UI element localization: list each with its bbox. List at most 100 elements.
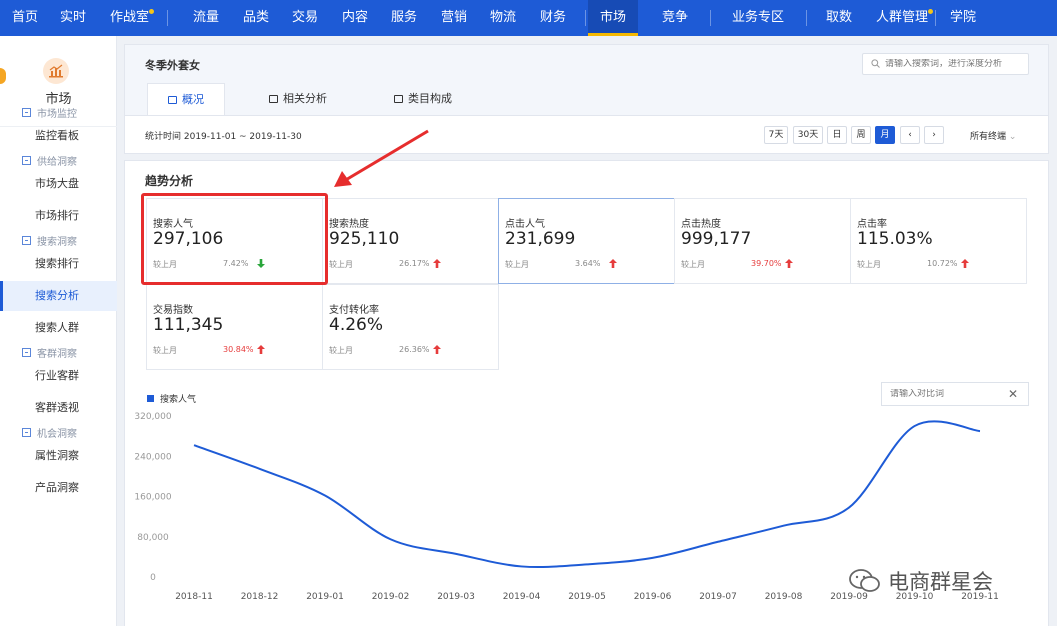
nav-item[interactable]: 服务 [391, 0, 417, 36]
tab-label: 相关分析 [283, 92, 327, 105]
sidebar-item[interactable]: 市场大盘 [0, 169, 117, 199]
sidebar-item-label: 搜索排行 [35, 257, 79, 270]
folder-icon [22, 108, 31, 117]
nav-item-label: 业务专区 [732, 10, 785, 25]
period-button[interactable]: 日 [827, 126, 847, 144]
period-button[interactable]: 周 [851, 126, 871, 144]
metric-label: 点击热度 [681, 219, 721, 230]
period-button[interactable]: 月 [875, 126, 895, 144]
period-button[interactable]: 30天 [793, 126, 823, 144]
keyword-search[interactable] [862, 53, 1029, 75]
highlight-box [141, 193, 328, 285]
tab-icon [168, 95, 177, 104]
x-tick-label: 2019-01 [306, 592, 344, 602]
nav-item[interactable]: 市场 [588, 0, 639, 36]
tab-category-composition[interactable]: 类目构成 [394, 83, 452, 115]
x-tick-label: 2019-03 [437, 592, 475, 602]
nav-item[interactable]: 流量 [193, 0, 219, 36]
x-tick-label: 2019-06 [634, 592, 672, 602]
metric-change: 30.84% [223, 345, 254, 354]
metric-card[interactable]: 交易指数 111,345 较上月 30.84% [146, 284, 323, 370]
chevron-down-icon: ⌄ [1008, 132, 1017, 142]
metric-card[interactable]: 支付转化率 4.26% 较上月 26.36% [322, 284, 499, 370]
sidebar-item[interactable]: 搜索分析 [0, 281, 117, 311]
period-button[interactable]: › [924, 126, 944, 144]
nav-item[interactable]: 营销 [441, 0, 467, 36]
close-icon[interactable]: ✕ [1008, 387, 1018, 401]
period-button[interactable]: 7天 [764, 126, 788, 144]
nav-item[interactable]: 首页 [12, 0, 38, 36]
metric-card[interactable]: 点击人气 231,699 较上月 3.64% [498, 198, 675, 284]
nav-item[interactable]: 业务专区 [732, 0, 784, 36]
metric-value: 925,110 [329, 229, 400, 249]
nav-item[interactable]: 交易 [292, 0, 318, 36]
x-tick-label: 2018-11 [175, 592, 213, 602]
nav-item[interactable]: 内容 [342, 0, 368, 36]
nav-divider [167, 10, 168, 26]
metric-compare-label: 较上月 [153, 346, 177, 355]
metric-label: 支付转化率 [329, 305, 379, 316]
metric-card[interactable]: 搜索热度 925,110 较上月 26.17% [322, 198, 499, 284]
chart-legend[interactable]: 搜索人气 [147, 392, 196, 405]
metric-label: 搜索热度 [329, 219, 369, 230]
compare-word-input[interactable] [890, 389, 1008, 399]
sidebar-item-label: 客群透视 [35, 401, 79, 414]
arrow-up-icon [433, 259, 441, 271]
sidebar-item[interactable]: 监控看板 [0, 121, 117, 151]
x-tick-label: 2018-12 [241, 592, 279, 602]
period-button[interactable]: ‹ [900, 126, 920, 144]
trend-title: 趋势分析 [145, 174, 194, 188]
metric-change: 3.64% [575, 259, 601, 268]
metric-compare-label: 较上月 [329, 346, 353, 355]
sidebar-item[interactable]: 搜索人群 [0, 313, 117, 343]
nav-item[interactable]: 学院 [950, 0, 976, 36]
terminal-select[interactable]: 所有终端 ⌄ [970, 129, 1016, 142]
folder-icon [22, 348, 31, 357]
annotation-arrow-icon [334, 129, 429, 187]
metric-label: 点击人气 [505, 219, 545, 230]
tab-related-analysis[interactable]: 相关分析 [269, 83, 327, 115]
tab-label: 概况 [182, 92, 204, 106]
series-line [193, 420, 981, 569]
sidebar-item-label: 市场大盘 [35, 177, 79, 190]
nav-item[interactable]: 财务 [540, 0, 566, 36]
sidebar-item-label: 搜索分析 [35, 289, 79, 302]
nav-item[interactable]: 竞争 [662, 0, 688, 36]
statistics-period: 统计时间 2019-11-01 ~ 2019-11-30 [145, 132, 302, 142]
nav-item[interactable]: 实时 [60, 0, 86, 36]
sidebar-group: 供给洞察 [22, 153, 77, 168]
arrow-up-icon [785, 259, 793, 271]
metric-value: 111,345 [153, 315, 224, 335]
nav-item[interactable]: 物流 [490, 0, 516, 36]
nav-item[interactable]: 作战室 [110, 0, 155, 36]
nav-divider [935, 10, 936, 26]
compare-word-box[interactable]: ✕ [881, 382, 1029, 406]
nav-item[interactable]: 品类 [243, 0, 269, 36]
top-nav: 首页 实时 作战室 流量 品类 交易 内容 服务 营销 物流 财务 市场 竞争 业务专区 取数 人群管理 学院 [0, 0, 1057, 36]
nav-item[interactable]: 人群管理 [876, 0, 934, 36]
sidebar-item[interactable]: 市场排行 [0, 201, 117, 231]
sidebar-item[interactable]: 属性洞察 [0, 441, 117, 471]
sidebar-group: 客群洞察 [22, 345, 77, 360]
y-tick-label: 240,000 [134, 452, 171, 462]
sidebar-item-label: 市场排行 [35, 209, 79, 222]
sidebar-collapse-tab[interactable] [0, 68, 6, 84]
watermark-text: 电商群星会 [888, 570, 993, 594]
tab-overview[interactable]: 概况 [147, 83, 225, 115]
metric-card[interactable]: 点击热度 999,177 较上月 39.70% [674, 198, 851, 284]
y-tick-label: 0 [150, 573, 156, 583]
metric-compare-label: 较上月 [505, 260, 529, 269]
sidebar-group-label: 供给洞察 [37, 157, 77, 168]
metric-card[interactable]: 点击率 115.03% 较上月 10.72% [850, 198, 1027, 284]
sidebar-item[interactable]: 搜索排行 [0, 249, 117, 279]
sidebar-item[interactable]: 行业客群 [0, 361, 117, 391]
search-input[interactable] [885, 59, 1025, 69]
nav-item[interactable]: 取数 [826, 0, 852, 36]
sidebar-item[interactable]: 客群透视 [0, 393, 117, 423]
tab-icon [269, 95, 278, 103]
sidebar-group-label: 搜索洞察 [37, 237, 77, 248]
sidebar-item[interactable]: 产品洞察 [0, 473, 117, 503]
sidebar-item-label: 监控看板 [35, 129, 79, 142]
nav-item-label: 内容 [342, 10, 369, 25]
nav-item-label: 取数 [826, 10, 853, 25]
